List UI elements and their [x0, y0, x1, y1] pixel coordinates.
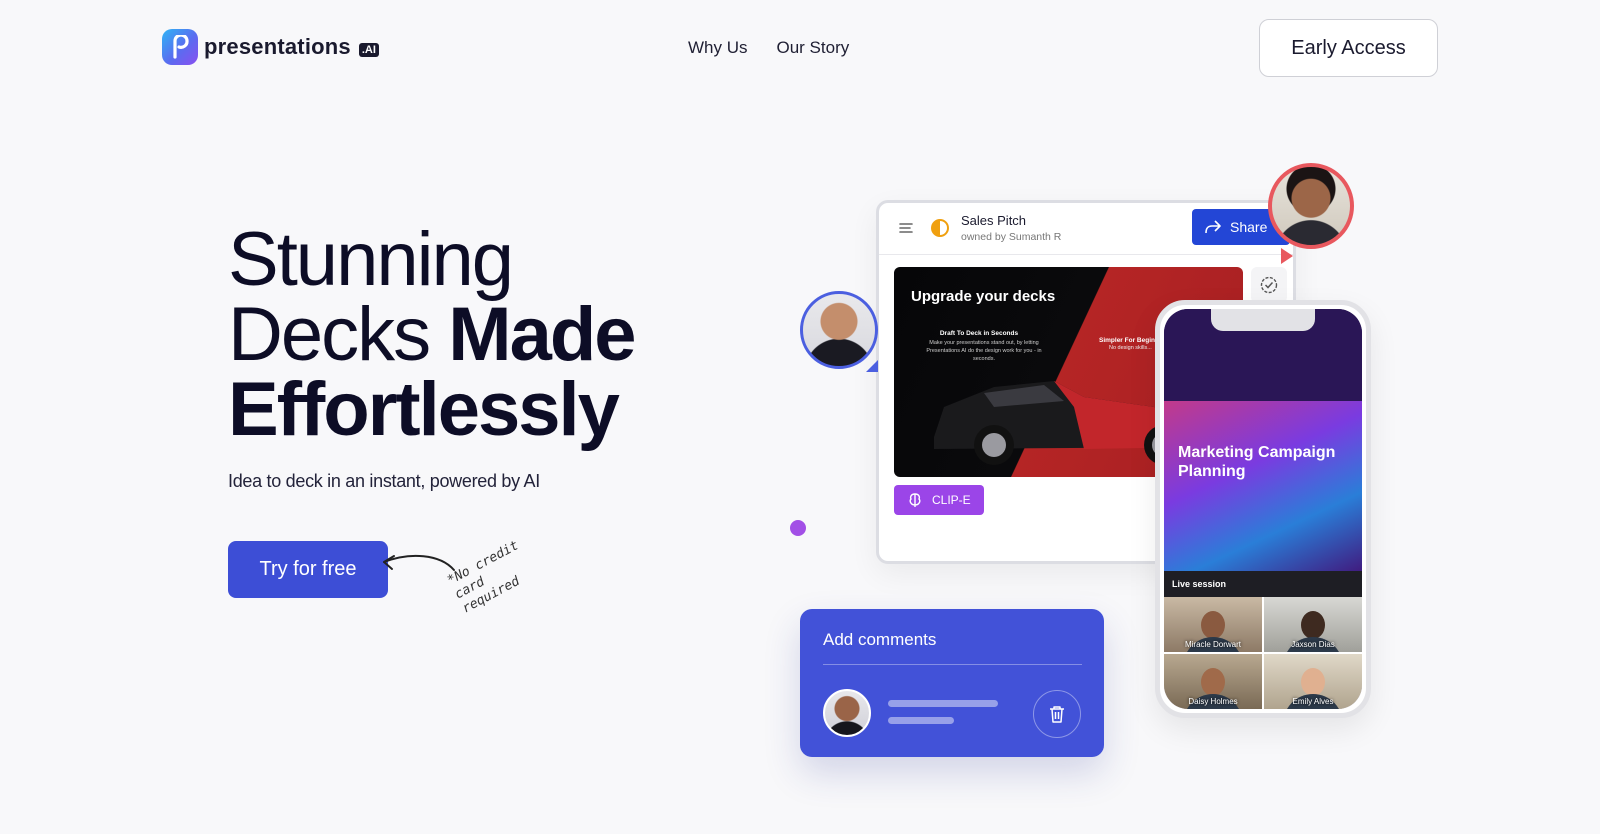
- clip-e-button[interactable]: CLIP-E: [894, 485, 984, 515]
- comments-card: Add comments: [800, 609, 1104, 757]
- participant-face: [1201, 668, 1225, 696]
- phone-slide-title: Marketing Campaign Planning: [1178, 444, 1336, 480]
- share-icon: [1205, 220, 1221, 234]
- hero-subtitle: Idea to deck in an instant, powered by A…: [228, 471, 540, 491]
- hero-title-line2-light: Decks: [228, 292, 431, 377]
- accent-dot: [790, 520, 806, 536]
- clip-e-label: CLIP-E: [932, 493, 971, 507]
- no-credit-card-note: *No credit card required: [445, 538, 523, 617]
- video-tile[interactable]: Miracle Dorwart: [1164, 597, 1262, 652]
- nav-our-story[interactable]: Our Story: [777, 38, 850, 58]
- avatar-collaborator-2: [1268, 163, 1354, 249]
- brain-icon: [909, 493, 921, 507]
- participant-name: Jaxson Dias: [1291, 640, 1335, 649]
- slide-text: Make your presentations stand out, by le…: [926, 340, 1042, 362]
- phone-mockup: Marketing Campaign Planning Live session…: [1155, 300, 1371, 718]
- early-access-button[interactable]: Early Access: [1259, 19, 1438, 77]
- participant-name: Daisy Holmes: [1188, 697, 1238, 706]
- comment-placeholder-line: [888, 717, 954, 724]
- comments-title: Add comments: [823, 630, 937, 649]
- slide-heading: Draft To Deck in Seconds: [939, 330, 1019, 337]
- logo-text: presentations: [204, 34, 351, 59]
- participant-face: [1301, 611, 1325, 639]
- phone-notch: [1211, 309, 1315, 331]
- participant-name: Emily Alves: [1292, 697, 1334, 706]
- trash-icon[interactable]: [1033, 690, 1081, 738]
- video-grid: Miracle Dorwart Jaxson Dias Daisy Holmes…: [1164, 597, 1362, 709]
- phone-screen: Marketing Campaign Planning Live session…: [1164, 309, 1362, 709]
- hero-title-line2-bold: Made: [448, 292, 636, 377]
- logo-icon: [162, 29, 198, 65]
- avatar-collaborator-1: [800, 291, 878, 369]
- participant-face: [1201, 611, 1225, 639]
- doc-owner: owned by Sumanth R: [961, 231, 1062, 243]
- share-label: Share: [1230, 219, 1268, 235]
- hero-title-line1: Stunning: [228, 217, 514, 302]
- nav-why-us[interactable]: Why Us: [688, 38, 748, 58]
- slide-title: Upgrade your decks: [911, 288, 1056, 305]
- comments-divider: [823, 664, 1082, 665]
- menu-icon[interactable]: [899, 222, 913, 234]
- video-tile[interactable]: Jaxson Dias: [1264, 597, 1362, 652]
- comment-avatar: [823, 689, 871, 737]
- doc-title: Sales Pitch: [961, 213, 1027, 228]
- hero-title: Stunning Decks Made Effortlessly: [228, 222, 637, 448]
- avatar-pointer-2: [1281, 248, 1293, 264]
- check-circle-icon[interactable]: [1251, 267, 1287, 303]
- comment-placeholder-line: [888, 700, 998, 707]
- half-circle-icon: [931, 219, 949, 237]
- live-session-label: Live session: [1164, 571, 1362, 597]
- logo-badge: .AI: [358, 43, 379, 57]
- participant-face: [1301, 668, 1325, 696]
- hero-title-line3: Effortlessly: [228, 367, 620, 452]
- participant-name: Miracle Dorwart: [1184, 640, 1241, 649]
- avatar-pointer-1: [866, 360, 878, 372]
- phone-hero-image: [1164, 401, 1362, 571]
- try-for-free-button[interactable]: Try for free: [228, 541, 388, 598]
- video-tile[interactable]: Emily Alves: [1264, 654, 1362, 709]
- video-tile[interactable]: Daisy Holmes: [1164, 654, 1262, 709]
- main-nav: Why Us Our Story: [688, 38, 849, 58]
- editor-toolbar: Sales Pitch owned by Sumanth R Share: [879, 203, 1293, 255]
- logo[interactable]: presentations .AI: [162, 29, 379, 65]
- slide-text-2: No design skills...: [1109, 345, 1152, 351]
